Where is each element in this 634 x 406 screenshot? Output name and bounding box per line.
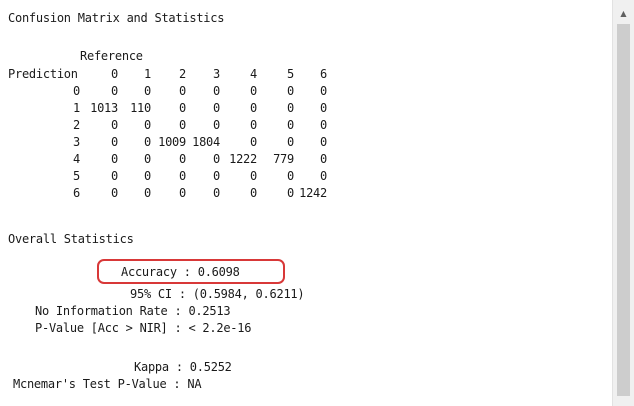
matrix-cell: 0 [320,101,327,115]
matrix-cell: 0 [320,169,327,183]
scroll-up-arrow-icon[interactable]: ▲ [613,6,634,22]
matrix-cell: 0 [320,135,327,149]
matrix-cell: 0 [320,118,327,132]
scrollbar-thumb[interactable] [617,24,630,396]
overall-statistics-heading: Overall Statistics [8,232,134,246]
ci-line: 95% CI : (0.5984, 0.6211) [130,287,305,301]
matrix-column-header: 6 [320,67,327,81]
matrix-cell: 0 [320,152,327,166]
kappa-line: Kappa : 0.5252 [134,360,232,374]
mcnemar-line: Mcnemar's Test P-Value : NA [13,377,202,391]
console-output: Confusion Matrix and Statistics Referenc… [0,0,612,406]
matrix-cell: 0 [320,84,327,98]
nir-line: No Information Rate : 0.2513 [35,304,231,318]
vertical-scrollbar[interactable]: ▲ [612,0,634,406]
matrix-cell: 1242 [299,186,327,200]
output-title: Confusion Matrix and Statistics [8,11,225,25]
pvalue-line: P-Value [Acc > NIR] : < 2.2e-16 [35,321,252,335]
reference-label: Reference [80,49,143,63]
accuracy-line: Accuracy : 0.6098 [121,265,240,279]
